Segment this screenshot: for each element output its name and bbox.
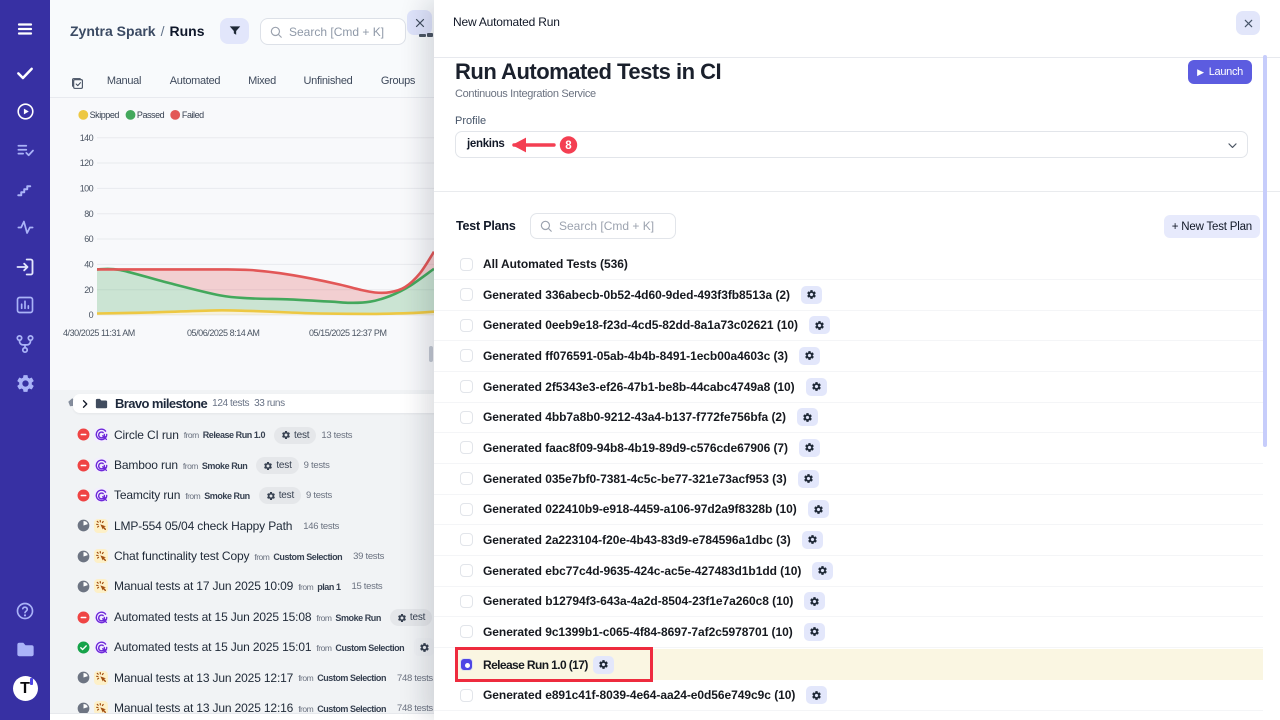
svg-text:05/15/2025 12:37 PM: 05/15/2025 12:37 PM [309,328,387,338]
svg-text:120: 120 [80,158,94,168]
svg-text:Passed: Passed [137,110,165,120]
svg-text:Skipped: Skipped [90,110,120,120]
svg-text:05/06/2025 8:14 AM: 05/06/2025 8:14 AM [187,328,259,338]
svg-text:140: 140 [80,133,94,143]
svg-text:8: 8 [565,140,572,152]
svg-text:4/30/2025 11:31 AM: 4/30/2025 11:31 AM [63,328,135,338]
svg-text:0: 0 [89,310,94,320]
svg-text:20: 20 [84,285,93,295]
svg-text:80: 80 [84,209,93,219]
svg-text:60: 60 [84,234,93,244]
svg-text:40: 40 [84,260,93,270]
svg-text:Failed: Failed [182,110,204,120]
svg-text:100: 100 [80,184,94,194]
